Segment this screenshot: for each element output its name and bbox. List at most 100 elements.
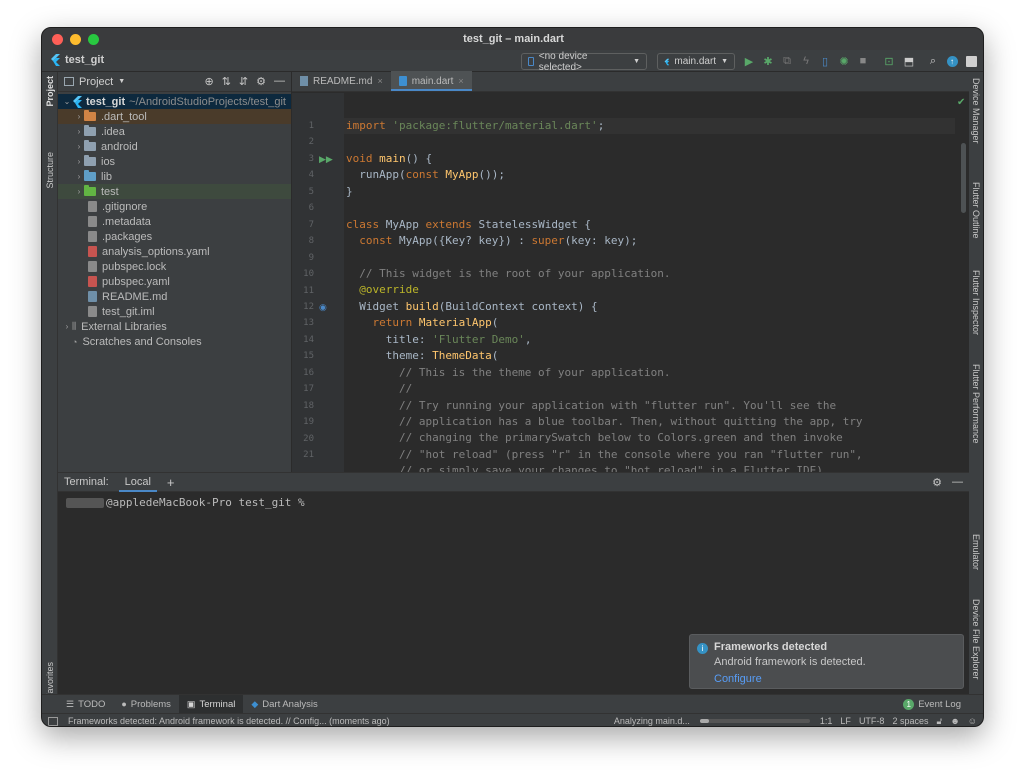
feedback-icon[interactable]: ☺ (968, 716, 977, 726)
chevron-right-icon[interactable]: › (74, 157, 84, 166)
sync-icon[interactable]: ⊡ (882, 54, 896, 68)
collapse-all-icon[interactable]: ⇵ (239, 75, 248, 88)
chevron-down-icon[interactable]: ▼ (118, 78, 125, 85)
override-gutter-icon[interactable]: ◉ (319, 302, 327, 313)
run-config-label: main.dart (674, 56, 717, 67)
chevron-right-icon[interactable]: › (74, 112, 84, 121)
yaml-file-icon (88, 276, 97, 287)
tree-root[interactable]: ⌄ test_git ~/AndroidStudioProjects/test_… (58, 94, 291, 109)
terminal-tool-button[interactable]: ▣ Terminal (178, 694, 244, 714)
profile-icon[interactable]: ✺ (837, 54, 851, 68)
tree-item-readme[interactable]: README.md (58, 289, 291, 304)
flutter-outline-tool-button[interactable]: Flutter Outline (971, 182, 981, 239)
terminal-prompt: @appledeMacBook-Pro test_git % (106, 496, 305, 509)
terminal-tab-local[interactable]: Local (118, 473, 158, 492)
device-selector[interactable]: <no device selected> ▼ (521, 51, 647, 73)
tree-item-idea[interactable]: › .idea (58, 124, 291, 139)
account-icon[interactable] (964, 54, 978, 68)
chevron-right-icon[interactable]: › (62, 322, 72, 331)
gear-icon[interactable]: ⚙ (256, 75, 266, 88)
tree-item-analysis-options[interactable]: analysis_options.yaml (58, 244, 291, 259)
code-editor: README.md × main.dart × 1 2 3 4 5 6 7 8 9 10 11 12 1… (292, 71, 969, 472)
problems-tool-button[interactable]: ● Problems (113, 695, 179, 714)
device-manager-tool-button[interactable]: Device Manager (971, 78, 981, 144)
attach-debugger-icon[interactable]: ⧉ (780, 54, 794, 68)
hide-icon[interactable]: — (274, 75, 285, 88)
tree-item-test[interactable]: › test (58, 184, 291, 199)
run-gutter-icon[interactable]: ▶▶ (319, 154, 333, 165)
structure-tool-button[interactable]: Structure (45, 152, 55, 189)
progress-bar (699, 719, 810, 723)
lock-icon[interactable]: 🔓︎ (936, 716, 942, 727)
gear-icon[interactable]: ⚙ (932, 476, 942, 489)
tree-external-libraries[interactable]: › ⫼ External Libraries (58, 319, 291, 334)
tree-item-label: test (101, 185, 119, 198)
chevron-right-icon[interactable]: › (74, 172, 84, 181)
tree-item-iml[interactable]: test_git.iml (58, 304, 291, 319)
event-count-badge: 1 (903, 698, 915, 710)
close-icon[interactable]: × (377, 76, 382, 86)
chevron-right-icon[interactable]: › (74, 142, 84, 151)
tree-item-label: ios (101, 155, 116, 168)
expand-all-icon[interactable]: ⇅ (222, 75, 231, 88)
update-icon[interactable]: ↑ (945, 54, 959, 68)
tree-item-gitignore[interactable]: .gitignore (58, 199, 291, 214)
tab-main-dart[interactable]: main.dart × (390, 71, 472, 91)
minimize-window-button[interactable] (70, 34, 81, 45)
file-encoding[interactable]: UTF-8 (859, 716, 885, 726)
problems-icon: ● (121, 699, 127, 709)
libraries-icon: ⫼ (72, 321, 77, 331)
tree-item-android[interactable]: › android (58, 139, 291, 154)
tree-item-label: Scratches and Consoles (82, 335, 202, 348)
new-terminal-button[interactable]: + (167, 475, 175, 490)
close-window-button[interactable] (52, 34, 63, 45)
emulator-tool-button[interactable]: Emulator (971, 534, 981, 570)
event-log-tool-button[interactable]: 1 Event Log (895, 695, 969, 714)
project-tool-button[interactable]: Project (45, 76, 55, 107)
caret-position[interactable]: 1:1 (820, 716, 833, 726)
stop-icon[interactable]: ■ (856, 54, 870, 68)
flutter-performance-tool-button[interactable]: Flutter Performance (971, 364, 981, 444)
tree-scratches[interactable]: ◔ Scratches and Consoles (58, 334, 291, 349)
tree-item-packages[interactable]: .packages (58, 229, 291, 244)
tree-item-pubspec-lock[interactable]: pubspec.lock (58, 259, 291, 274)
device-icon[interactable]: ▯ (818, 54, 832, 68)
run-icon[interactable]: ▶ (742, 54, 756, 68)
code-line-20: // changing the primarySwatch below to C… (346, 431, 843, 444)
nav-project[interactable]: test_git (50, 54, 104, 66)
chevron-right-icon[interactable]: › (74, 187, 84, 196)
device-file-explorer-tool-button[interactable]: Device File Explorer (971, 599, 981, 680)
status-message[interactable]: Frameworks detected: Android framework i… (68, 716, 390, 726)
dart-analysis-tool-button[interactable]: ◆ Dart Analysis (243, 695, 325, 714)
tree-item-dart-tool[interactable]: › .dart_tool (58, 109, 291, 124)
project-panel-title[interactable]: Project (79, 76, 113, 88)
tree-item-pubspec-yaml[interactable]: pubspec.yaml (58, 274, 291, 289)
locate-icon[interactable]: ⊕ (204, 75, 213, 88)
hide-icon[interactable]: — (952, 476, 963, 489)
flutter-inspector-tool-button[interactable]: Flutter Inspector (971, 270, 981, 335)
configure-link[interactable]: Configure (714, 673, 955, 685)
chevron-down-icon[interactable]: ⌄ (62, 97, 72, 106)
indent-setting[interactable]: 2 spaces (892, 716, 928, 726)
editor-scrollbar[interactable]: ✔ (957, 93, 969, 472)
hot-reload-icon[interactable]: ϟ (799, 54, 813, 68)
tab-readme[interactable]: README.md × (292, 71, 391, 91)
tree-item-metadata[interactable]: .metadata (58, 214, 291, 229)
search-icon[interactable]: ⌕ (926, 54, 940, 68)
terminal-output[interactable]: @appledeMacBook-Pro test_git % (58, 492, 969, 513)
todo-tool-button[interactable]: ☰ TODO (58, 695, 113, 714)
chevron-right-icon[interactable]: › (74, 127, 84, 136)
tree-item-lib[interactable]: › lib (58, 169, 291, 184)
zoom-window-button[interactable] (88, 34, 99, 45)
close-icon[interactable]: × (458, 76, 463, 86)
scrollbar-thumb[interactable] (961, 143, 966, 213)
sdk-manager-icon[interactable]: ⬒ (902, 54, 916, 68)
toggle-tool-windows-icon[interactable] (48, 716, 58, 726)
debug-icon[interactable]: ✱ (761, 54, 775, 68)
check-icon: ✔ (957, 97, 966, 108)
line-separator[interactable]: LF (840, 716, 851, 726)
folder-icon (84, 140, 96, 151)
run-config-selector[interactable]: main.dart ▼ (657, 53, 735, 70)
inspector-icon[interactable]: ☻ (950, 716, 959, 726)
tree-item-ios[interactable]: › ios (58, 154, 291, 169)
